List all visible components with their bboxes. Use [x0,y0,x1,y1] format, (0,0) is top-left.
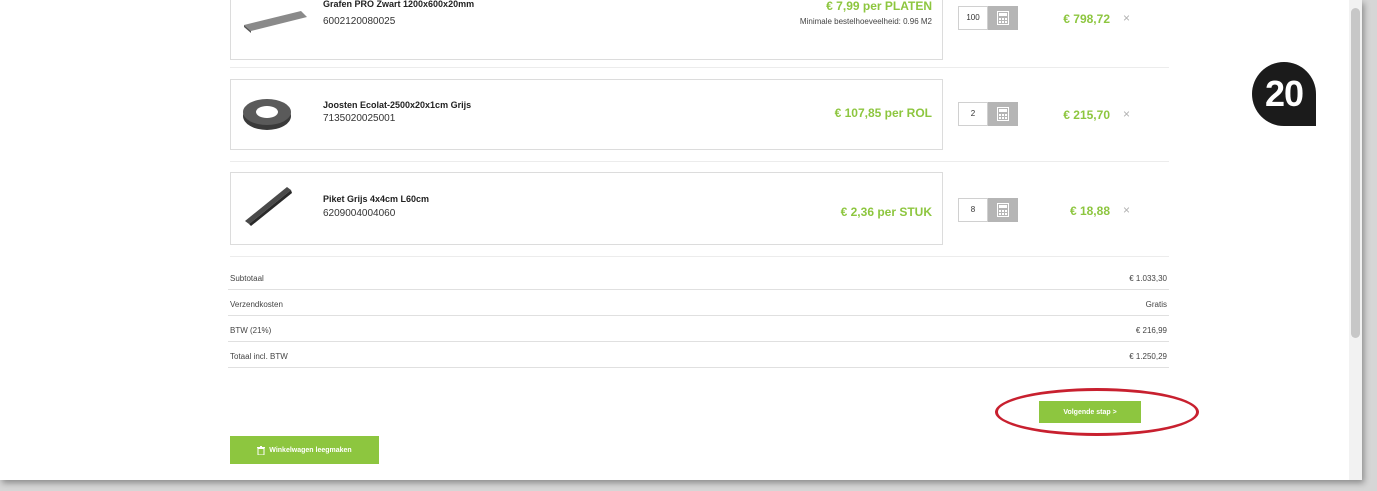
total-label: Totaal incl. BTW [230,352,288,361]
product-name[interactable]: Piket Grijs 4x4cm L60cm [323,194,429,204]
line-total: € 215,70 [1063,108,1110,122]
shipping-row: Verzendkosten Gratis [228,295,1169,316]
step-number-badge: 20 [1252,62,1316,126]
divider [230,256,1169,257]
vat-label: BTW (21%) [230,326,272,335]
product-unit-price: € 2,36 per STUK [840,205,932,219]
calculator-icon [997,107,1009,121]
vat-row: BTW (21%) € 216,99 [228,321,1169,342]
calculator-button[interactable] [988,102,1018,126]
vat-value: € 216,99 [1135,326,1167,335]
total-row: Totaal incl. BTW € 1.250,29 [228,347,1169,368]
calculator-icon [997,203,1009,217]
product-sku: 7135020025001 [323,113,396,124]
remove-item-button[interactable]: × [1123,11,1130,25]
cart-item-card: Grafen PRO Zwart 1200x600x20mm 600212008… [230,0,943,60]
product-unit-price: € 7,99 per PLATEN [826,0,932,13]
subtotal-label: Subtotaal [230,274,264,283]
quantity-input[interactable]: 8 [958,198,988,222]
trash-icon [257,445,266,455]
scrollbar-thumb[interactable] [1351,8,1360,338]
clear-cart-button[interactable]: Winkelwagen leegmaken [230,436,379,464]
shipping-label: Verzendkosten [230,300,283,309]
calculator-button[interactable] [988,198,1018,222]
calculator-icon [997,11,1009,25]
divider [230,67,1169,68]
quantity-input[interactable]: 2 [958,102,988,126]
line-total: € 798,72 [1063,12,1110,26]
divider [230,161,1169,162]
shipping-value: Gratis [1145,300,1167,309]
product-sku: 6002120080025 [323,16,396,27]
remove-item-button[interactable]: × [1123,107,1130,121]
edging-roll-icon [243,99,291,130]
quantity-input[interactable]: 100 [958,6,988,30]
cart-item-card: Piket Grijs 4x4cm L60cm 6209004004060 € … [230,172,943,245]
line-total: € 18,88 [1069,204,1110,218]
subtotal-row: Subtotaal € 1.033,30 [228,269,1169,290]
remove-item-button[interactable]: × [1123,203,1130,217]
cart-item-card: Joosten Ecolat-2500x20x1cm Grijs 7135020… [230,79,943,150]
product-name[interactable]: Grafen PRO Zwart 1200x600x20mm [323,0,474,9]
cart-page: Grafen PRO Zwart 1200x600x20mm 600212008… [0,0,1362,480]
product-sku: 6209004004060 [323,208,396,219]
clear-cart-label: Winkelwagen leegmaken [269,446,352,454]
total-value: € 1.250,29 [1129,352,1167,361]
minimum-order-note: Minimale bestelhoeveelheid: 0.96 M2 [799,17,932,26]
subtotal-value: € 1.033,30 [1129,274,1167,283]
product-unit-price: € 107,85 per ROL [834,106,932,120]
stake-icon [245,187,292,226]
product-name[interactable]: Joosten Ecolat-2500x20x1cm Grijs [323,100,471,110]
calculator-button[interactable] [988,6,1018,30]
highlight-ellipse [995,388,1199,436]
board-icon [244,11,307,33]
